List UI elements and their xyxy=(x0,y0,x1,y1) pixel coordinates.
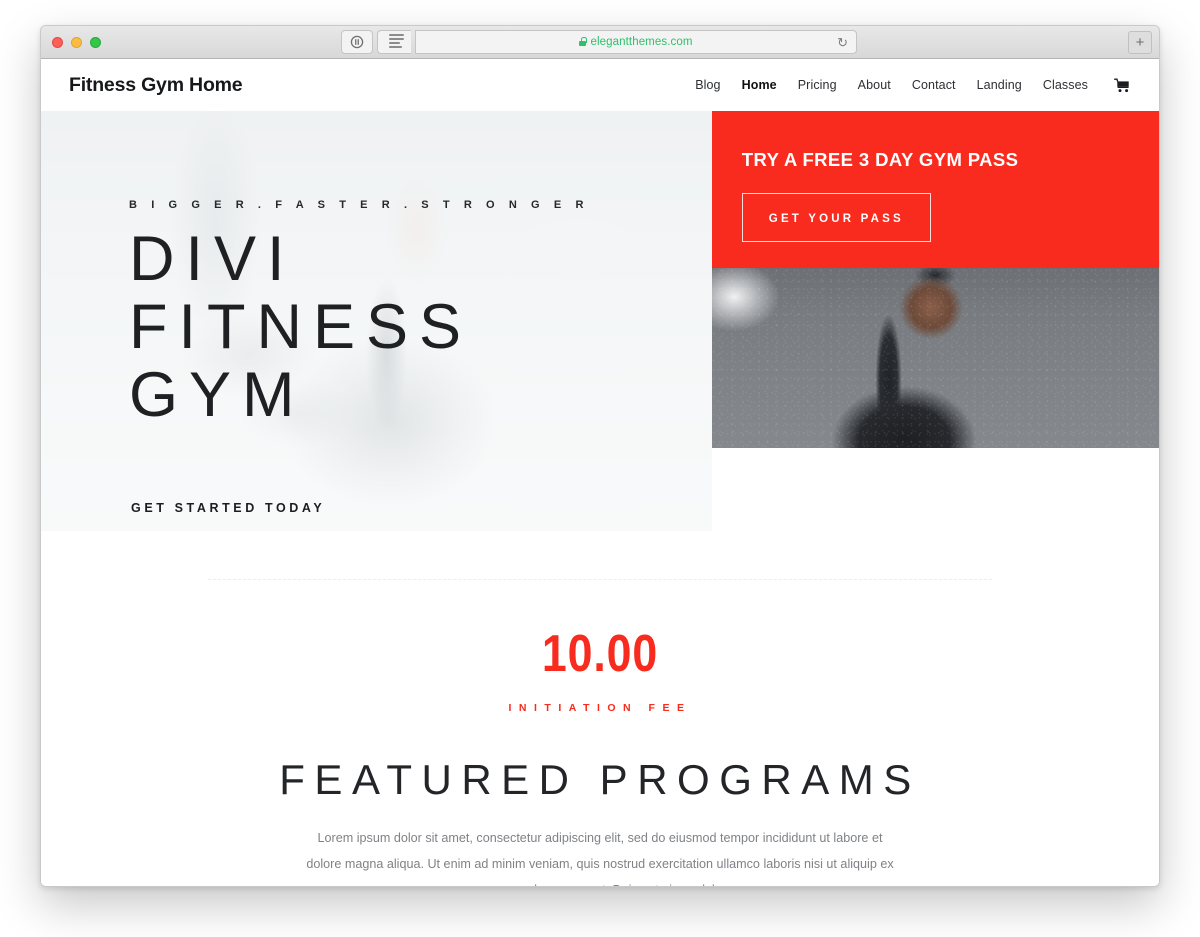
hero-content: B I G G E R . F A S T E R . S T R O N G … xyxy=(129,199,659,529)
featured-programs-body: Lorem ipsum dolor sit amet, consectetur … xyxy=(306,831,894,886)
hero-left-panel: B I G G E R . F A S T E R . S T R O N G … xyxy=(41,111,712,531)
site-title: Fitness Gym Home xyxy=(69,73,243,96)
get-started-today-label: GET STARTED TODAY xyxy=(131,501,326,516)
reader-view-button[interactable] xyxy=(377,30,411,54)
featured-section: 10.00 INITIATION FEE FEATURED PROGRAMS L… xyxy=(41,531,1159,886)
lock-icon xyxy=(579,37,587,46)
nav-item-classes[interactable]: Classes xyxy=(1043,78,1088,92)
get-your-pass-button[interactable]: GET YOUR PASS xyxy=(741,193,931,242)
reload-icon[interactable]: ↻ xyxy=(837,36,848,49)
hero-section: B I G G E R . F A S T E R . S T R O N G … xyxy=(41,111,1159,531)
browser-window: elegantthemes.com ↻ + Fitness Gym Home B… xyxy=(40,25,1160,887)
main-navigation: Blog Home Pricing About Contact Landing … xyxy=(695,78,1131,93)
get-your-pass-label: GET YOUR PASS xyxy=(768,213,904,225)
privacy-report-button[interactable] xyxy=(341,30,373,54)
hero-eyebrow: B I G G E R . F A S T E R . S T R O N G … xyxy=(129,199,590,211)
browser-titlebar: elegantthemes.com ↻ + xyxy=(41,26,1159,59)
url-text: elegantthemes.com xyxy=(590,36,693,48)
reader-view-icon xyxy=(388,34,404,50)
nav-item-pricing[interactable]: Pricing xyxy=(798,78,837,92)
nav-item-landing[interactable]: Landing xyxy=(977,78,1022,92)
window-maximize-button[interactable] xyxy=(90,37,101,48)
featured-programs-heading: FEATURED PROGRAMS xyxy=(279,756,921,803)
section-divider xyxy=(208,579,992,580)
get-started-today-button[interactable]: GET STARTED TODAY xyxy=(129,501,327,529)
window-minimize-button[interactable] xyxy=(71,37,82,48)
site-header: Fitness Gym Home Blog Home Pricing About… xyxy=(41,59,1159,111)
kettlebell-photo xyxy=(711,268,1159,448)
initiation-fee-label: INITIATION FEE xyxy=(508,702,692,714)
nav-item-contact[interactable]: Contact xyxy=(912,78,956,92)
privacy-report-icon xyxy=(350,35,364,49)
window-close-button[interactable] xyxy=(52,37,63,48)
hero-right-column: TRY A FREE 3 DAY GYM PASS GET YOUR PASS xyxy=(711,111,1159,531)
hero-title: DIVI FITNESS GYM xyxy=(129,224,473,431)
photo-grain-overlay xyxy=(711,268,1159,448)
shopping-cart-icon[interactable] xyxy=(1114,78,1131,93)
promo-panel: TRY A FREE 3 DAY GYM PASS GET YOUR PASS xyxy=(711,111,1159,268)
page-viewport: Fitness Gym Home Blog Home Pricing About… xyxy=(41,59,1159,886)
browser-toolbar: elegantthemes.com ↻ xyxy=(341,30,857,54)
window-traffic-lights xyxy=(52,37,101,48)
initiation-fee-amount: 10.00 xyxy=(541,625,659,683)
url-text-wrap: elegantthemes.com xyxy=(579,36,692,48)
url-bar[interactable]: elegantthemes.com ↻ xyxy=(415,30,857,54)
nav-item-home[interactable]: Home xyxy=(742,78,777,92)
nav-item-blog[interactable]: Blog xyxy=(695,78,720,92)
nav-item-about[interactable]: About xyxy=(858,78,891,92)
new-tab-button[interactable]: + xyxy=(1128,31,1152,54)
promo-heading: TRY A FREE 3 DAY GYM PASS xyxy=(741,149,1019,170)
